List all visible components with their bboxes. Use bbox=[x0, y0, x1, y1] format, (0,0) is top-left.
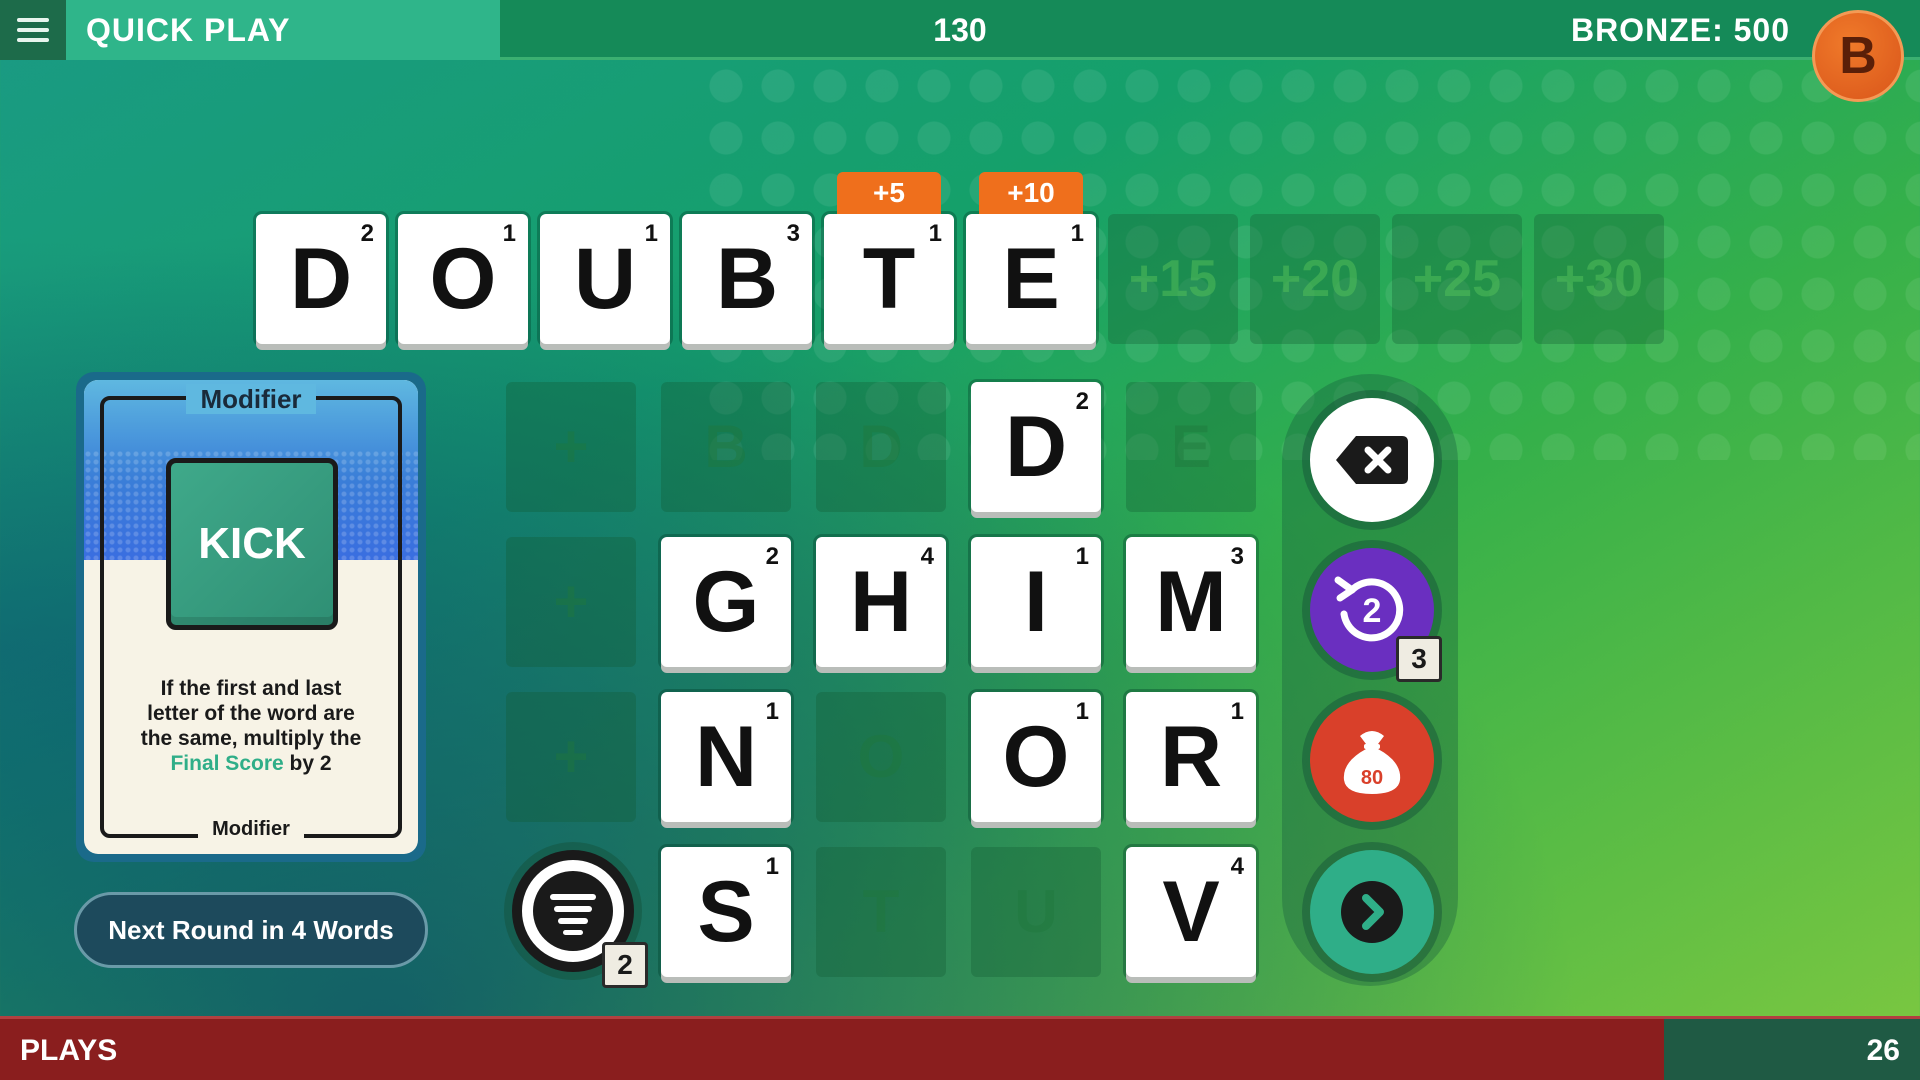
arrow-right-icon bbox=[1341, 881, 1403, 943]
tile-points: 4 bbox=[1230, 853, 1244, 880]
add-slot[interactable]: + bbox=[506, 692, 636, 822]
tile-points: 3 bbox=[786, 220, 800, 247]
money-bag-button[interactable]: 80 bbox=[1310, 698, 1434, 822]
word-tile[interactable]: T1 bbox=[824, 214, 954, 344]
shuffle-value: 2 bbox=[1363, 592, 1382, 630]
used-slot: O bbox=[816, 692, 946, 822]
desc-highlight: Final Score bbox=[170, 752, 284, 775]
add-slot[interactable]: + bbox=[506, 382, 636, 512]
tile-points: 1 bbox=[765, 698, 779, 725]
bonus-tag: +10 bbox=[979, 172, 1083, 214]
bonus-slot: +20 bbox=[1250, 214, 1380, 344]
modifier-icon: KICK bbox=[166, 458, 338, 630]
tile-points: 1 bbox=[1075, 543, 1089, 570]
tile-points: 2 bbox=[1075, 388, 1089, 415]
card-header-label: Modifier bbox=[84, 384, 418, 415]
add-slot[interactable]: + bbox=[506, 537, 636, 667]
plays-count: 26 bbox=[1866, 1034, 1900, 1067]
used-slot: E bbox=[1126, 382, 1256, 512]
modifier-description: If the first and last letter of the word… bbox=[114, 676, 388, 776]
board-tile[interactable]: S1 bbox=[661, 847, 791, 977]
tile-points: 1 bbox=[644, 220, 658, 247]
board-tile[interactable]: G2 bbox=[661, 537, 791, 667]
tile-points: 4 bbox=[920, 543, 934, 570]
tile-points: 1 bbox=[1070, 220, 1084, 247]
board-tile[interactable]: R1 bbox=[1126, 692, 1256, 822]
next-round-indicator: Next Round in 4 Words bbox=[74, 892, 428, 968]
tile-points: 1 bbox=[928, 220, 942, 247]
submit-button[interactable] bbox=[1310, 850, 1434, 974]
board-tile[interactable]: O1 bbox=[971, 692, 1101, 822]
modifier-card[interactable]: Modifier KICK If the first and last lett… bbox=[84, 380, 418, 854]
board-tile[interactable]: D2 bbox=[971, 382, 1101, 512]
used-slot: D bbox=[816, 382, 946, 512]
board-tile[interactable]: V4 bbox=[1126, 847, 1256, 977]
word-tile[interactable]: U1 bbox=[540, 214, 670, 344]
bonus-slot: +30 bbox=[1534, 214, 1664, 344]
desc-line-1: If the first and last bbox=[160, 677, 342, 700]
hamburger-icon bbox=[17, 18, 49, 42]
word-tile[interactable]: B3 bbox=[682, 214, 812, 344]
board-tile[interactable]: H4 bbox=[816, 537, 946, 667]
used-slot: U bbox=[971, 847, 1101, 977]
board-tile[interactable]: M3 bbox=[1126, 537, 1256, 667]
shuffle-count-badge: 3 bbox=[1396, 636, 1442, 682]
tile-points: 1 bbox=[765, 853, 779, 880]
desc-line-2: letter of the word are bbox=[147, 702, 355, 725]
tile-points: 1 bbox=[502, 220, 516, 247]
modifier-name: KICK bbox=[198, 519, 306, 568]
used-slot: T bbox=[816, 847, 946, 977]
mode-title: QUICK PLAY bbox=[66, 0, 500, 60]
card-footer-text: Modifier bbox=[198, 818, 304, 840]
rank-display: BRONZE: 500 bbox=[1570, 12, 1790, 48]
plays-count-panel: 26 bbox=[1664, 1019, 1920, 1080]
card-footer-label: Modifier bbox=[84, 818, 418, 841]
plays-label: PLAYS bbox=[20, 1034, 118, 1067]
score-display: 130 bbox=[933, 12, 987, 48]
tile-points: 2 bbox=[765, 543, 779, 570]
used-slot: B bbox=[661, 382, 791, 512]
bottom-bar: PLAYS 26 bbox=[0, 1016, 1920, 1080]
bonus-tag: +5 bbox=[837, 172, 941, 214]
bonus-slot: +15 bbox=[1108, 214, 1238, 344]
sort-count-badge: 2 bbox=[602, 942, 648, 988]
desc-tail: by 2 bbox=[283, 752, 332, 775]
avatar[interactable]: B bbox=[1812, 10, 1904, 102]
board-tile[interactable]: I1 bbox=[971, 537, 1101, 667]
menu-button[interactable] bbox=[0, 0, 66, 60]
word-tile[interactable]: O1 bbox=[398, 214, 528, 344]
bonus-slot: +25 bbox=[1392, 214, 1522, 344]
tile-points: 2 bbox=[360, 220, 374, 247]
word-tile[interactable]: D2 bbox=[256, 214, 386, 344]
board-tile[interactable]: N1 bbox=[661, 692, 791, 822]
top-bar: QUICK PLAY 130 BRONZE: 500 bbox=[0, 0, 1920, 60]
bag-value: 80 bbox=[1361, 767, 1383, 789]
card-header-text: Modifier bbox=[186, 384, 316, 414]
desc-line-3: the same, multiply the bbox=[140, 727, 362, 750]
list-icon bbox=[533, 871, 613, 951]
backspace-icon bbox=[1336, 436, 1408, 484]
money-bag-icon: 80 bbox=[1343, 731, 1401, 794]
backspace-button[interactable] bbox=[1310, 398, 1434, 522]
tile-points: 3 bbox=[1230, 543, 1244, 570]
tile-points: 1 bbox=[1075, 698, 1089, 725]
tile-points: 1 bbox=[1230, 698, 1244, 725]
word-tile[interactable]: E1 bbox=[966, 214, 1096, 344]
